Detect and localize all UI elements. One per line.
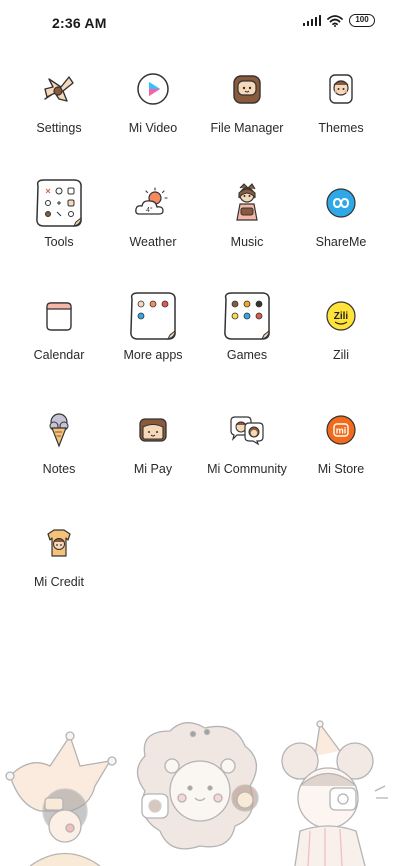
app-label: Music: [230, 234, 264, 249]
mi-logo-text: mi: [336, 425, 347, 435]
app-label: Games: [226, 348, 268, 362]
mi-logo-icon: mi: [326, 414, 356, 445]
app-label: Mi Store: [317, 461, 365, 476]
app-label: Tools: [44, 234, 74, 249]
zili-logo: Zili: [334, 311, 349, 322]
battery-level: 100: [355, 15, 369, 24]
app-shareme[interactable]: ShareMe: [294, 177, 388, 291]
app-label: Zili: [333, 348, 349, 362]
app-label: Calendar: [33, 348, 85, 362]
clown-doodle: [281, 720, 388, 866]
wallet-icon: [139, 417, 167, 442]
app-tools-folder[interactable]: Tools: [12, 177, 106, 291]
community-icon: [230, 415, 264, 445]
app-label: Weather: [129, 234, 177, 249]
app-label: Mi Pay: [133, 461, 173, 476]
ice-cream-icon: [49, 412, 69, 448]
shareme-icon: [326, 187, 356, 218]
app-label: Settings: [36, 121, 82, 135]
app-zili[interactable]: Zili Zili: [294, 290, 388, 404]
battery-icon: 100: [349, 14, 375, 27]
status-bar: 2:36 AM 100: [0, 0, 400, 44]
status-icons: 100: [302, 14, 375, 27]
jester-doodle: [5, 731, 117, 866]
games-folder-icon: [224, 292, 270, 340]
themes-icon: [329, 74, 353, 104]
lion-doodle: [136, 722, 259, 850]
calendar-icon: [46, 302, 72, 331]
play-icon: [137, 73, 169, 105]
weather-icon: 4°: [135, 186, 168, 215]
app-music[interactable]: Music: [200, 177, 294, 291]
folder-icon: [233, 75, 261, 104]
signal-icon: [302, 15, 321, 26]
app-label: ShareMe: [315, 234, 367, 249]
app-themes[interactable]: Themes: [294, 63, 388, 177]
app-mi-pay[interactable]: Mi Pay: [106, 404, 200, 518]
app-label: Themes: [318, 121, 364, 135]
app-label: Mi Community: [207, 461, 287, 476]
app-label: Mi Credit: [33, 575, 84, 589]
app-grid: Settings Mi Video File Manager Themes To…: [12, 63, 388, 631]
status-time: 2:36 AM: [52, 15, 107, 31]
settings-icon: [44, 76, 74, 102]
music-icon: [236, 182, 258, 221]
tools-folder-icon: [36, 178, 82, 227]
app-mi-store[interactable]: mi Mi Store: [294, 404, 388, 518]
wifi-icon: [327, 14, 343, 27]
wallpaper-illustration: [5, 720, 388, 866]
app-more-apps-folder[interactable]: More apps: [106, 290, 200, 404]
app-label: Mi Video: [128, 121, 178, 135]
app-calendar[interactable]: Calendar: [12, 290, 106, 404]
more-apps-folder-icon: [130, 292, 176, 340]
app-mi-video[interactable]: Mi Video: [106, 63, 200, 177]
app-label: Notes: [42, 461, 76, 476]
app-mi-credit[interactable]: Mi Credit: [12, 517, 106, 631]
zili-icon: Zili: [326, 301, 356, 331]
app-weather[interactable]: 4° Weather: [106, 177, 200, 291]
app-label: More apps: [123, 348, 183, 362]
weather-temp: 4°: [146, 206, 153, 214]
app-games-folder[interactable]: Games: [200, 290, 294, 404]
app-file-manager[interactable]: File Manager: [200, 63, 294, 177]
credit-icon: [47, 529, 71, 557]
app-mi-community[interactable]: Mi Community: [200, 404, 294, 518]
app-settings[interactable]: Settings: [12, 63, 106, 177]
app-notes[interactable]: Notes: [12, 404, 106, 518]
app-label: File Manager: [210, 121, 284, 135]
